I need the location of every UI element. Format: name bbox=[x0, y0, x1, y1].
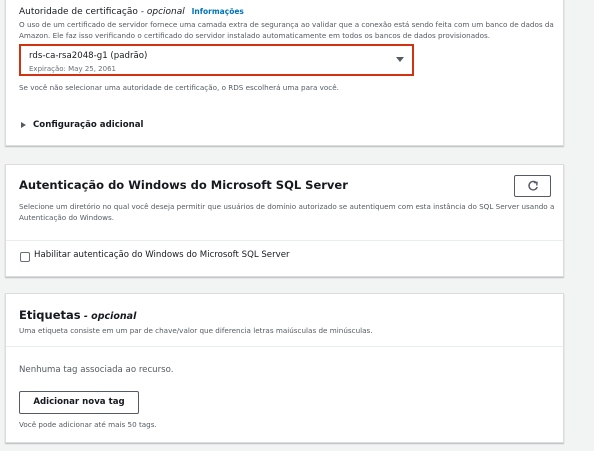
certificate-authority-select[interactable]: rds-ca-rsa2048-g1 (padrão) Expiração: Ma… bbox=[19, 44, 414, 76]
additional-config-expander[interactable]: Configuração adicional bbox=[21, 120, 144, 130]
info-link[interactable]: Informações bbox=[192, 7, 244, 16]
windows-auth-title: Autenticação do Windows do Microsoft SQL… bbox=[19, 178, 348, 192]
certificate-expiration: Expiração: May 25, 2061 bbox=[29, 65, 116, 73]
tags-title-text: Etiquetas bbox=[19, 308, 81, 322]
certificate-authority-label: Autoridade de certificação - opcional In… bbox=[19, 7, 244, 17]
windows-auth-panel: Autenticação do Windows do Microsoft SQL… bbox=[5, 164, 564, 277]
certificate-authority-optional: - opcional bbox=[137, 7, 185, 17]
tags-title-optional: - opcional bbox=[80, 311, 137, 322]
certificate-authority-selected-value: rds-ca-rsa2048-g1 (padrão) bbox=[29, 51, 148, 61]
tags-empty-text: Nenhuma tag associada ao recurso. bbox=[19, 365, 174, 375]
certificate-authority-label-text: Autoridade de certificação bbox=[19, 7, 138, 17]
add-tag-button[interactable]: Adicionar nova tag bbox=[19, 391, 139, 414]
refresh-icon bbox=[528, 180, 538, 191]
caret-down-icon bbox=[396, 57, 404, 62]
section-divider bbox=[6, 346, 563, 347]
windows-auth-description: Selecione um diretório no qual você dese… bbox=[19, 202, 555, 222]
windows-auth-checkbox[interactable] bbox=[20, 252, 30, 262]
certificate-authority-hint: Se você não selecionar uma autoridade de… bbox=[19, 83, 339, 92]
tags-limit-note: Você pode adicionar até mais 50 tags. bbox=[19, 420, 157, 429]
certificate-authority-description: O uso de um certificado de servidor forn… bbox=[19, 20, 554, 40]
tags-description: Uma etiqueta consiste em um par de chave… bbox=[19, 326, 373, 335]
connectivity-panel: Autoridade de certificação - opcional In… bbox=[5, 0, 564, 146]
windows-auth-checkbox-label[interactable]: Habilitar autenticação do Windows do Mic… bbox=[34, 250, 290, 260]
tags-panel: Etiquetas - opcional Uma etiqueta consis… bbox=[5, 293, 564, 443]
section-divider bbox=[6, 240, 563, 241]
tags-title: Etiquetas - opcional bbox=[19, 308, 136, 322]
refresh-button[interactable] bbox=[514, 175, 551, 197]
additional-config-label: Configuração adicional bbox=[33, 120, 144, 130]
caret-right-icon bbox=[21, 121, 26, 128]
